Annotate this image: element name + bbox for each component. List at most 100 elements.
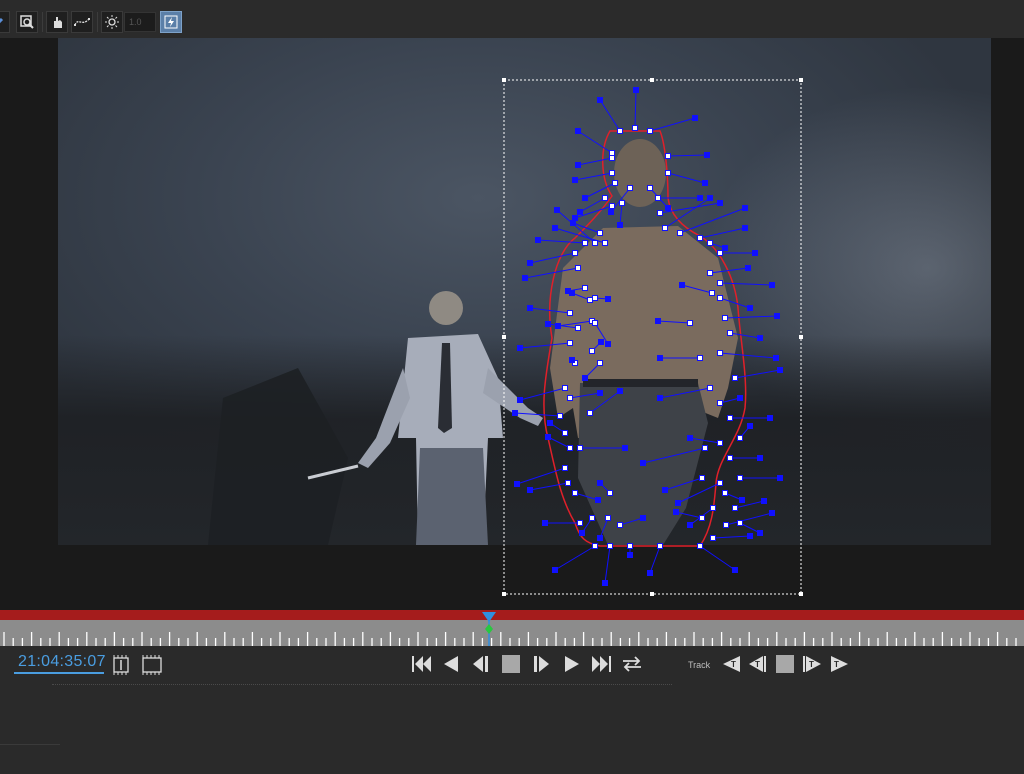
track-step-forward-button[interactable]: T [800,652,824,676]
tangent-handle[interactable] [512,410,518,416]
tangent-handle[interactable] [675,500,681,506]
mask-control-point[interactable] [627,543,633,549]
tangent-handle[interactable] [545,434,551,440]
brightness-input[interactable]: 1.0 [124,12,156,32]
mask-control-point[interactable] [737,435,743,441]
mask-control-point[interactable] [662,225,668,231]
mask-control-point[interactable] [677,230,683,236]
mask-control-point[interactable] [737,475,743,481]
track-backward-button[interactable]: T [720,652,744,676]
mask-control-point[interactable] [617,128,623,134]
tangent-handle[interactable] [752,250,758,256]
tangent-handle[interactable] [597,390,603,396]
selection-box-handle[interactable] [502,78,506,82]
tangent-handle[interactable] [657,395,663,401]
tangent-handle[interactable] [747,533,753,539]
tangent-handle[interactable] [527,305,533,311]
tangent-handle[interactable] [747,423,753,429]
mask-control-point[interactable] [737,520,743,526]
mask-control-point[interactable] [732,375,738,381]
mask-control-point[interactable] [602,240,608,246]
mask-control-point[interactable] [609,203,615,209]
selection-box-handle[interactable] [799,335,803,339]
mask-control-point[interactable] [697,543,703,549]
mask-control-point[interactable] [709,290,715,296]
mask-control-point[interactable] [723,522,729,528]
tangent-handle[interactable] [514,481,520,487]
mask-control-point[interactable] [567,445,573,451]
mask-control-point[interactable] [562,465,568,471]
tangent-handle[interactable] [732,567,738,573]
mask-control-point[interactable] [565,480,571,486]
tangent-handle[interactable] [717,200,723,206]
tangent-handle[interactable] [687,522,693,528]
tangent-handle[interactable] [552,225,558,231]
mask-control-point[interactable] [722,315,728,321]
zoom-region-button[interactable] [16,11,38,33]
mask-control-point[interactable] [647,128,653,134]
mask-control-point[interactable] [707,240,713,246]
loop-button[interactable] [620,652,644,676]
tangent-handle[interactable] [687,435,693,441]
selection-box-handle[interactable] [502,592,506,596]
mask-control-point[interactable] [609,150,615,156]
mask-control-point[interactable] [575,265,581,271]
mask-control-point[interactable] [727,415,733,421]
tangent-handle[interactable] [605,341,611,347]
mask-control-point[interactable] [609,155,615,161]
tangent-handle[interactable] [702,180,708,186]
tangent-handle[interactable] [572,177,578,183]
tangent-handle[interactable] [692,115,698,121]
tangent-handle[interactable] [597,97,603,103]
mask-control-point[interactable] [717,480,723,486]
selection-box-handle[interactable] [502,335,506,339]
mask-control-point[interactable] [699,515,705,521]
tangent-handle[interactable] [535,237,541,243]
mask-control-point[interactable] [567,395,573,401]
mask-control-point[interactable] [572,250,578,256]
brightness-button[interactable] [101,11,123,33]
mask-control-point[interactable] [657,543,663,549]
tangent-handle[interactable] [774,313,780,319]
tangent-handle[interactable] [665,205,671,211]
mask-control-point[interactable] [592,320,598,326]
tangent-handle[interactable] [547,420,553,426]
mask-control-point[interactable] [589,515,595,521]
tangent-handle[interactable] [742,225,748,231]
selection-box-handle[interactable] [799,78,803,82]
play-reverse-button[interactable] [440,652,464,676]
tangent-handle[interactable] [608,209,614,215]
tangent-handle[interactable] [707,195,713,201]
mask-control-point[interactable] [717,295,723,301]
timeline[interactable] [0,610,1024,650]
tangent-handle[interactable] [617,388,623,394]
go-to-end-button[interactable] [589,652,613,676]
mask-control-point[interactable] [592,295,598,301]
mask-control-point[interactable] [602,195,608,201]
mask-control-point[interactable] [592,543,598,549]
tangent-handle[interactable] [679,282,685,288]
keyframe-marker[interactable] [485,624,493,634]
mask-control-point[interactable] [605,515,611,521]
mask-control-point[interactable] [609,170,615,176]
pen-tool-button[interactable] [0,11,10,33]
mask-control-point[interactable] [717,440,723,446]
tangent-handle[interactable] [569,357,575,363]
tangent-handle[interactable] [554,207,560,213]
tangent-handle[interactable] [757,335,763,341]
mask-control-point[interactable] [665,170,671,176]
mask-control-point[interactable] [655,195,661,201]
tangent-handle[interactable] [655,318,661,324]
tangent-handle[interactable] [575,162,581,168]
mask-control-point[interactable] [577,520,583,526]
mask-control-point[interactable] [612,180,618,186]
tangent-handle[interactable] [739,497,745,503]
mask-control-point[interactable] [597,230,603,236]
mask-control-point[interactable] [702,445,708,451]
tangent-handle[interactable] [598,339,604,345]
mask-control-point[interactable] [589,348,595,354]
mask-control-point[interactable] [557,413,563,419]
tangent-handle[interactable] [662,487,668,493]
tangent-handle[interactable] [575,128,581,134]
tangent-handle[interactable] [777,475,783,481]
